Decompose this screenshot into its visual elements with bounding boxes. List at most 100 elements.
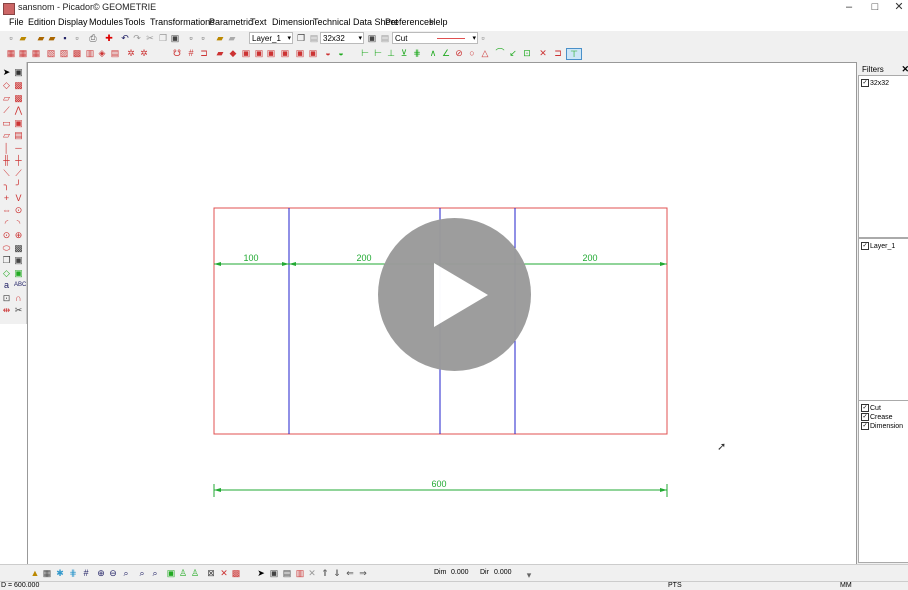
tool-j-icon[interactable]: ✲ (126, 48, 136, 58)
curve-icon[interactable]: ∩ (14, 294, 23, 303)
bottom-move-down-icon[interactable]: ⇓ (332, 568, 342, 578)
text-style-icon[interactable]: ABC (14, 281, 26, 290)
close-filters-icon[interactable]: ✕ (901, 64, 908, 75)
tool-b-icon[interactable]: ▦ (18, 48, 28, 58)
menu-tools[interactable]: Tools (124, 17, 145, 27)
import-icon[interactable]: ▰ (47, 33, 57, 43)
menu-text[interactable]: Text (250, 17, 267, 27)
tool-m-icon[interactable]: ⊐ (199, 48, 209, 58)
tool-t-icon[interactable]: ▣ (295, 48, 305, 58)
eraser-icon[interactable]: ◇ (2, 81, 11, 90)
zoom-all-icon[interactable]: ⌕ (137, 568, 147, 578)
tool-l-icon[interactable]: ☋ (172, 48, 182, 58)
tool-h-icon[interactable]: ◈ (97, 48, 107, 58)
tool-x-icon[interactable]: ⊐ (553, 48, 563, 58)
delete-icon[interactable]: ▩ (14, 81, 23, 90)
bottom-move-up-icon[interactable]: ⇑ (320, 568, 330, 578)
polyline-icon[interactable]: ⋀ (14, 106, 23, 115)
arc-icon[interactable]: ◜ (2, 219, 11, 228)
open-file-icon[interactable]: ▰ (18, 33, 28, 43)
delete-dim-icon[interactable]: ✕ (538, 48, 548, 58)
pin-icon[interactable]: ♙ (178, 568, 188, 578)
dim-angle-icon[interactable]: ∧ (428, 48, 438, 58)
rect-center-icon[interactable]: ▣ (14, 119, 23, 128)
save-as-icon[interactable]: ▫ (72, 33, 82, 43)
zoom-out-icon[interactable]: ⊖ (108, 568, 118, 578)
target-icon[interactable]: ✚ (104, 33, 114, 43)
select-box-icon[interactable]: ▣ (14, 68, 23, 77)
filter-item-crease[interactable]: ✓ Crease (861, 413, 893, 421)
dim-angle2-icon[interactable]: ∠ (441, 48, 451, 58)
zoom-in-icon[interactable]: ⊕ (96, 568, 106, 578)
save-icon[interactable]: ▪ (60, 33, 70, 43)
bottom-rect-icon[interactable]: ▥ (295, 568, 305, 578)
rotate-icon[interactable]: ◇ (2, 269, 11, 278)
dim-value[interactable]: 0.000 (451, 569, 469, 576)
layer-toggle-icon[interactable]: ▣ (166, 568, 176, 578)
folder-icon[interactable]: ▰ (215, 33, 225, 43)
redo-icon[interactable]: ↷ (132, 33, 142, 43)
preview-icon[interactable]: ▫ (186, 33, 196, 43)
menu-dimension[interactable]: Dimension (272, 17, 315, 27)
bottom-overflow-icon[interactable]: ▾ (524, 570, 534, 580)
menu-transformations[interactable]: Transformations (150, 17, 215, 27)
rectangle-icon[interactable]: ▭ (2, 119, 11, 128)
filter-item-cut[interactable]: ✓ Cut (861, 404, 881, 412)
perpendicular-icon[interactable]: ⟍ (2, 169, 11, 178)
cut-icon[interactable]: ✂ (145, 33, 155, 43)
dim-triangle-icon[interactable]: △ (480, 48, 490, 58)
menu-parametric[interactable]: Parametric (209, 17, 253, 27)
tool-u-icon[interactable]: ▣ (308, 48, 318, 58)
zoom-window-icon[interactable]: ⌕ (121, 568, 131, 578)
close-window-button[interactable]: ✕ (885, 0, 908, 16)
delete-all-icon[interactable]: ✕ (219, 568, 229, 578)
circle-center-icon[interactable]: ⊙ (14, 206, 23, 215)
undo-icon[interactable]: ↶ (120, 33, 130, 43)
minimize-button[interactable]: – (835, 0, 863, 16)
select-arrow-icon[interactable]: ➤ (2, 68, 11, 77)
open-folder-icon[interactable]: ▰ (36, 33, 46, 43)
dim-radius-icon[interactable]: ○ (467, 48, 477, 58)
paste-icon[interactable]: ▣ (170, 33, 180, 43)
extend-icon[interactable]: ▩ (14, 94, 23, 103)
video-play-button[interactable] (378, 218, 531, 371)
size-select[interactable]: 32x32 ▾ (320, 32, 364, 44)
menu-modules[interactable]: Modules (89, 17, 123, 27)
arc3-icon[interactable]: ◝ (14, 219, 23, 228)
dim-arrow-icon[interactable]: ↙ (508, 48, 518, 58)
checkbox-icon[interactable]: ✓ (861, 404, 869, 412)
toolbar-overflow-icon[interactable]: ▫ (478, 33, 488, 43)
tool-e-icon[interactable]: ▨ (59, 48, 69, 58)
parallelogram-icon[interactable]: ▱ (2, 131, 11, 140)
scale-icon[interactable]: ▣ (14, 269, 23, 278)
ortho-toggle-icon[interactable]: ⋕ (68, 568, 78, 578)
circle-tangent-icon[interactable]: ⊕ (14, 231, 23, 240)
tool-k-icon[interactable]: ✲ (139, 48, 149, 58)
mirror-h-icon[interactable]: ⊠ (206, 568, 216, 578)
snap-icon[interactable]: ⊡ (522, 48, 532, 58)
ellipse-icon[interactable]: ⬭ (2, 244, 11, 253)
grid-hash-icon[interactable]: # (81, 568, 91, 578)
bottom-cross-icon[interactable]: ✕ (307, 568, 317, 578)
filter-item-dimension[interactable]: ✓ Dimension (861, 422, 903, 430)
text-icon[interactable]: a (2, 281, 11, 290)
bottom-a-icon[interactable]: ▲ (30, 568, 40, 578)
menu-edition[interactable]: Edition (28, 17, 56, 27)
vertical-line-icon[interactable]: │ (2, 144, 11, 153)
measure-icon[interactable]: ⊡ (2, 294, 11, 303)
layer-select[interactable]: Layer_1 ▾ (249, 32, 293, 44)
bottom-table-icon[interactable]: ▤ (282, 568, 292, 578)
line-type-select[interactable]: Cut ▾ (392, 32, 478, 44)
menu-display[interactable]: Display (58, 17, 88, 27)
pin2-icon[interactable]: ♙ (190, 568, 200, 578)
tool-i-icon[interactable]: ▤ (110, 48, 120, 58)
dim-arc-icon[interactable]: ⌒ (495, 48, 505, 58)
checkbox-icon[interactable]: ✓ (861, 422, 869, 430)
tool-r-icon[interactable]: ▣ (266, 48, 276, 58)
filter-item-size[interactable]: ✓ 32x32 (861, 79, 889, 87)
trim-icon[interactable]: ▱ (2, 94, 11, 103)
bottom-box-icon[interactable]: ▣ (269, 568, 279, 578)
tool-a-icon[interactable]: ▦ (6, 48, 16, 58)
copy-shape-icon[interactable]: ❐ (2, 256, 11, 265)
menu-file[interactable]: File (9, 17, 24, 27)
